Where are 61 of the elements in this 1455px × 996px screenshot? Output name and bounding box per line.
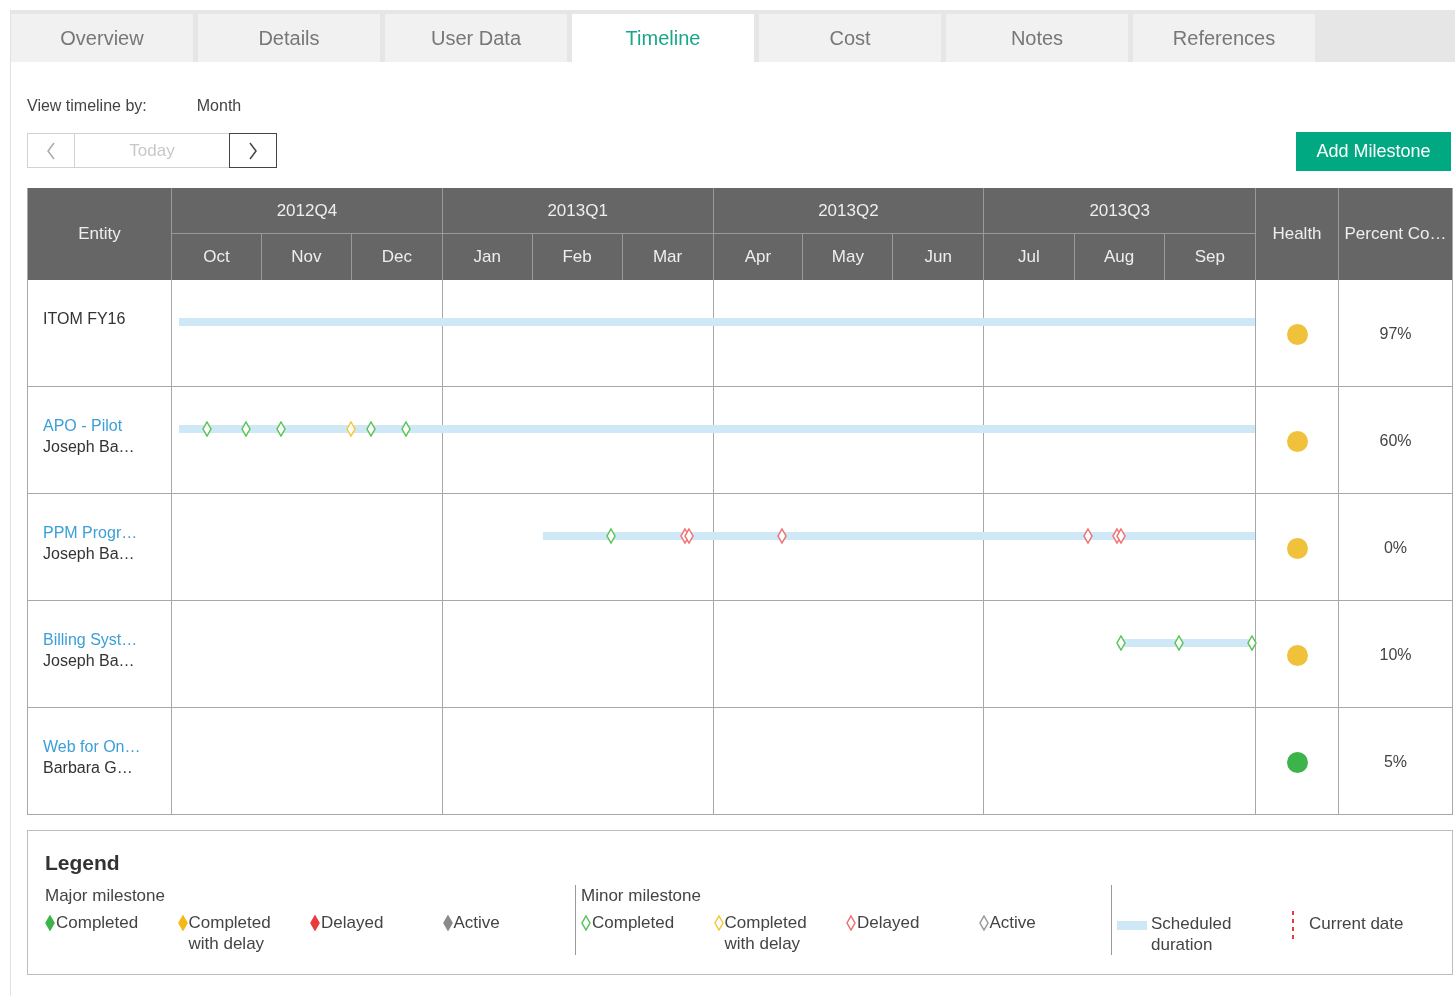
percent-complete: 97%	[1379, 324, 1412, 342]
tab[interactable]: Notes	[946, 14, 1128, 62]
month-header: Dec	[381, 246, 412, 269]
entity-name[interactable]: Web for On…	[43, 736, 141, 757]
entity-owner: Joseph Ba…	[43, 651, 135, 671]
add-milestone-button[interactable]: Add Milestone	[1296, 132, 1451, 171]
current-date-line-icon	[1291, 911, 1295, 939]
tab[interactable]: Overview	[11, 14, 193, 62]
entity-name[interactable]: Billing Syst…	[43, 629, 138, 650]
percent-complete: 10%	[1379, 645, 1412, 663]
legend-title: Legend	[45, 850, 121, 876]
month-header: Nov	[291, 246, 322, 269]
legend-label: Current date	[1309, 913, 1405, 934]
percent-complete: 60%	[1379, 431, 1412, 449]
column-header: Percent Co…	[1344, 223, 1447, 246]
month-header: Jul	[1018, 246, 1040, 269]
percent-complete: 0%	[1383, 538, 1408, 556]
legend-label: Completed with delay	[724, 912, 808, 954]
view-by-value[interactable]: Month	[196, 94, 242, 118]
legend-label: Delayed	[321, 912, 385, 933]
tab[interactable]: User Data	[385, 14, 567, 62]
month-header: Feb	[562, 246, 592, 269]
entity-owner: Joseph Ba…	[43, 544, 135, 564]
tab[interactable]: Timeline	[572, 14, 754, 62]
view-by-label: View timeline by:	[27, 96, 147, 116]
quarter-header: 2012Q4	[276, 199, 338, 222]
legend-label: Scheduled duration	[1151, 913, 1233, 955]
month-header: Jun	[924, 246, 952, 269]
entity-owner: Joseph Ba…	[43, 437, 135, 457]
duration-swatch	[1117, 921, 1147, 930]
column-header: Entity	[78, 223, 121, 246]
percent-complete: 5%	[1383, 752, 1408, 770]
month-header: Jan	[473, 246, 501, 269]
month-header: Oct	[203, 246, 230, 269]
legend-label: Delayed	[857, 912, 921, 933]
chevron-right-icon	[248, 141, 258, 160]
month-header: May	[831, 246, 864, 269]
month-header: Sep	[1194, 246, 1225, 269]
month-header: Aug	[1104, 246, 1135, 269]
chevron-left-icon	[46, 141, 56, 160]
legend-label: Completed	[592, 912, 676, 933]
tab[interactable]: Cost	[759, 14, 941, 62]
quarter-header: 2013Q1	[547, 199, 608, 222]
legend-label: Completed with delay	[188, 912, 272, 954]
quarter-header: 2013Q3	[1089, 199, 1150, 222]
tab[interactable]: Details	[198, 14, 380, 62]
tab[interactable]: References	[1133, 14, 1315, 62]
month-header: Mar	[652, 246, 683, 269]
quarter-header: 2013Q2	[818, 199, 879, 222]
legend-group-title: Minor milestone	[581, 885, 702, 906]
next-button[interactable]	[229, 133, 277, 168]
month-header: Apr	[744, 246, 772, 269]
entity-owner: Barbara G…	[43, 758, 133, 778]
legend-group-title: Major milestone	[45, 885, 166, 906]
entity-name[interactable]: PPM Progr…	[43, 522, 138, 543]
entity-name[interactable]: APO - Pilot	[43, 415, 123, 436]
legend-label: Active	[989, 912, 1037, 933]
column-header: Health	[1272, 223, 1322, 246]
entity-name: ITOM FY16	[43, 309, 126, 329]
legend-label: Active	[453, 912, 501, 933]
legend-label: Completed	[56, 912, 140, 933]
